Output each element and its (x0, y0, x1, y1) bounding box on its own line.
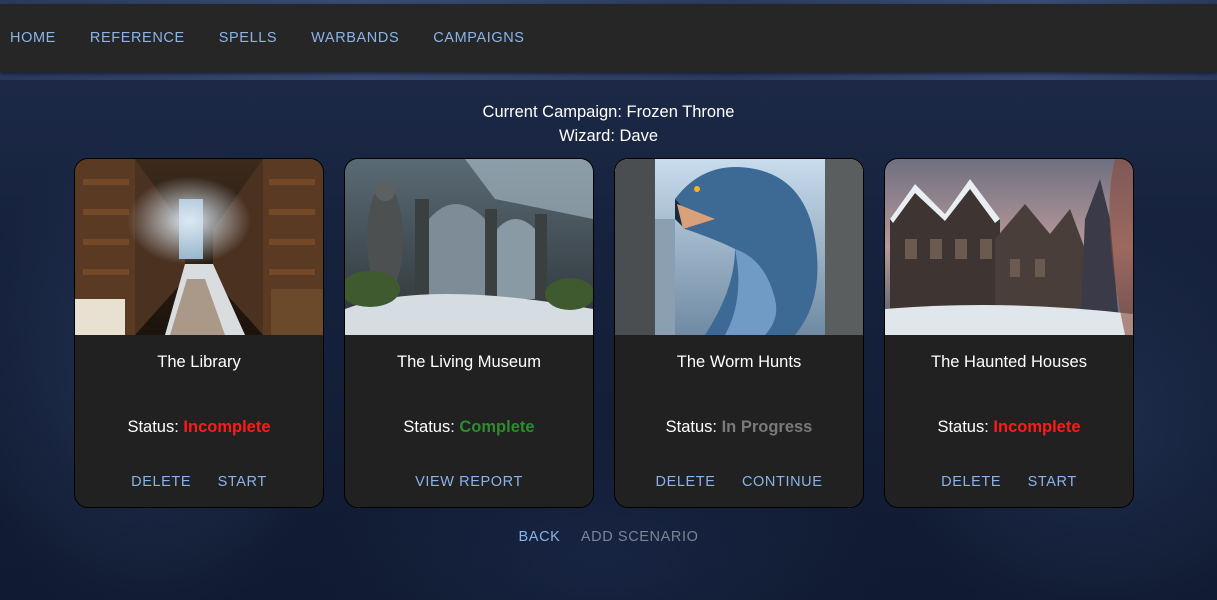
status-label: Status: (937, 418, 989, 436)
view-report-button[interactable]: VIEW REPORT (415, 474, 523, 490)
scenario-card: The Living Museum Status: Complete VIEW … (344, 158, 594, 508)
scenario-card: The Library Status: Incomplete DELETE ST… (74, 158, 324, 508)
wizard-label: Wizard: Dave (558, 127, 659, 145)
start-button[interactable]: START (1028, 474, 1077, 490)
scenario-image-library (75, 159, 323, 335)
bottom-actions: BACK ADD SCENARIO (0, 528, 1217, 546)
status-value: Incomplete (993, 418, 1081, 436)
status-label: Status: (127, 418, 179, 436)
scenario-status: Status: Incomplete (885, 418, 1133, 437)
nav-warbands[interactable]: WARBANDS (311, 30, 399, 46)
delete-button[interactable]: DELETE (131, 474, 191, 490)
scenario-title: The Library (157, 353, 241, 371)
nav-campaigns[interactable]: CAMPAIGNS (433, 30, 524, 46)
card-actions: DELETE START (75, 473, 323, 491)
scenario-card: The Haunted Houses Status: Incomplete DE… (884, 158, 1134, 508)
card-actions: VIEW REPORT (345, 473, 593, 491)
continue-button[interactable]: CONTINUE (742, 474, 823, 490)
top-navbar: HOME REFERENCE SPELLS WARBANDS CAMPAIGNS (0, 4, 1217, 72)
scenario-status: Status: In Progress (615, 418, 863, 437)
card-actions: DELETE START (885, 473, 1133, 491)
status-value: Complete (459, 418, 535, 436)
scenario-title: The Living Museum (397, 353, 541, 371)
scenario-cards: The Library Status: Incomplete DELETE ST… (74, 158, 1134, 508)
nav-spells[interactable]: SPELLS (219, 30, 277, 46)
nav-reference[interactable]: REFERENCE (90, 30, 185, 46)
add-scenario-button[interactable]: ADD SCENARIO (581, 529, 699, 545)
status-label: Status: (403, 418, 455, 436)
scenario-status: Status: Complete (345, 418, 593, 437)
nav-home[interactable]: HOME (10, 30, 56, 46)
scenario-image-houses (885, 159, 1133, 335)
back-button[interactable]: BACK (519, 529, 561, 545)
status-value: Incomplete (183, 418, 271, 436)
scenario-image-museum (345, 159, 593, 335)
scenario-title: The Haunted Houses (931, 353, 1087, 371)
scenario-title: The Worm Hunts (676, 353, 802, 371)
campaign-info: Current Campaign: Frozen Throne Wizard: … (0, 100, 1217, 148)
delete-button[interactable]: DELETE (941, 474, 1001, 490)
card-actions: DELETE CONTINUE (615, 473, 863, 491)
start-button[interactable]: START (218, 474, 267, 490)
delete-button[interactable]: DELETE (656, 474, 716, 490)
current-campaign-label: Current Campaign: Frozen Throne (482, 103, 735, 121)
status-label: Status: (665, 418, 717, 436)
status-value: In Progress (721, 418, 813, 436)
scenario-card: The Worm Hunts Status: In Progress DELET… (614, 158, 864, 508)
scenario-image-worm (615, 159, 863, 335)
scenario-status: Status: Incomplete (75, 418, 323, 437)
